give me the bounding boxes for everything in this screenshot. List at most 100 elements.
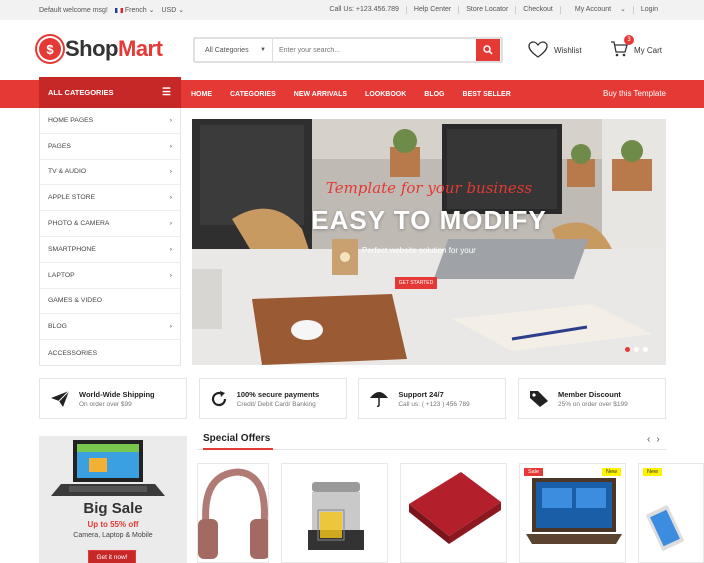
sidebar-item-accessories[interactable]: ACCESSORIES — [40, 340, 180, 366]
product-card[interactable]: New — [638, 463, 704, 563]
slider-dot-active[interactable] — [625, 347, 630, 352]
dollar-gear-icon: $ — [39, 38, 61, 60]
search-bar: All Categories ▼ — [193, 37, 503, 63]
nav-blog[interactable]: BLOG — [424, 91, 456, 98]
product-card[interactable] — [197, 463, 269, 563]
chevron-right-icon: › — [169, 116, 172, 124]
get-started-button[interactable]: GET STARTED — [395, 277, 437, 289]
slider-dots — [625, 347, 648, 352]
chevron-right-icon: › — [169, 194, 172, 202]
feature-title: World-Wide Shipping — [79, 389, 155, 399]
sidebar-item-home-pages[interactable]: HOME PAGES › — [40, 108, 180, 134]
get-it-now-button[interactable]: Get it now! — [88, 550, 136, 563]
juicer-image — [308, 482, 364, 550]
chevron-right-icon: › — [169, 168, 172, 176]
login-link[interactable]: Login — [632, 6, 665, 14]
top-bar: Default welcome msg! French ⌄ USD ⌄ Call… — [0, 0, 704, 20]
heart-icon — [528, 41, 548, 58]
cart-link[interactable]: 3 My Cart — [610, 35, 662, 59]
refresh-icon — [211, 390, 226, 406]
slider-dot[interactable] — [634, 347, 639, 352]
all-categories-label: ALL CATEGORIES — [48, 88, 114, 97]
sidebar-item-tv-audio[interactable]: TV & AUDIO › — [40, 160, 180, 186]
chevron-right-icon: › — [169, 220, 172, 228]
hero-banner: Template for your business EASY TO MODIF… — [192, 119, 666, 365]
feature-subtitle: On order over $99 — [79, 400, 132, 408]
feature-payments: 100% secure payments Credit/ Debit Card/ … — [198, 378, 347, 419]
tag-icon — [529, 390, 548, 407]
sidebar-item-photo-camera[interactable]: PHOTO & CAMERA › — [40, 211, 180, 237]
headphones-image — [198, 468, 268, 559]
call-us-link[interactable]: Call Us: +123.456.789 — [322, 6, 405, 14]
nav-best-seller[interactable]: BEST SELLER — [463, 91, 523, 98]
category-sidebar: HOME PAGES › PAGES › TV & AUDIO › APPLE STO… — [39, 108, 181, 366]
sidebar-item-blog[interactable]: BLOG › — [40, 314, 180, 341]
search-button[interactable] — [476, 39, 500, 61]
product-card[interactable] — [400, 463, 507, 563]
feature-subtitle: Credit/ Debit Card/ Banking — [236, 400, 316, 408]
chevron-right-icon: › — [169, 271, 172, 279]
next-arrow-icon[interactable]: › — [656, 434, 659, 445]
all-categories-toggle[interactable]: ALL CATEGORIES ☰ — [39, 77, 181, 108]
prev-arrow-icon[interactable]: ‹ — [647, 434, 650, 445]
feature-discount: Member Discount 25% on order over $199 — [517, 378, 666, 419]
buy-template-link[interactable]: Buy this Template — [603, 89, 666, 98]
hamburger-icon: ☰ — [162, 87, 171, 98]
laptop-image — [51, 440, 165, 496]
promo-discount: Up to 55% off — [87, 520, 139, 529]
logo-prefix: Shop — [65, 36, 119, 61]
wishlist-link[interactable]: Wishlist — [528, 41, 582, 59]
language-selector[interactable]: French ⌄ — [114, 6, 154, 14]
slider-dot[interactable] — [643, 347, 648, 352]
tablet-image — [646, 505, 684, 551]
help-center-link[interactable]: Help Center — [405, 6, 458, 14]
search-input[interactable] — [273, 39, 476, 61]
new-badge: New — [643, 468, 663, 476]
feature-support: Support 24/7 Call us: ( +123 ) 456 789 — [358, 378, 507, 419]
nav-new-arrivals[interactable]: NEW ARRIVALS — [294, 91, 359, 98]
sidebar-item-pages[interactable]: PAGES › — [40, 134, 180, 160]
nav-home[interactable]: HOME — [191, 91, 224, 98]
product-card[interactable] — [281, 463, 388, 563]
caret-down-icon: ▼ — [260, 47, 266, 53]
sidebar-item-smartphone[interactable]: SMARTPHONE › — [40, 237, 180, 263]
cart-label: My Cart — [634, 45, 662, 55]
search-category-select[interactable]: All Categories ▼ — [195, 39, 273, 61]
big-sale-promo[interactable]: Big Sale Up to 55% off Camera, Laptop & … — [39, 436, 187, 563]
sidebar-item-apple-store[interactable]: APPLE STORE › — [40, 185, 180, 212]
special-offers-title: Special Offers — [203, 433, 271, 444]
logo-suffix: Mart — [118, 36, 163, 61]
store-locator-link[interactable]: Store Locator — [458, 6, 515, 14]
sale-badge: Sale — [524, 468, 544, 476]
banner-title: EASY TO MODIFY — [311, 205, 547, 235]
currency-selector[interactable]: USD ⌄ — [161, 6, 184, 14]
product-card[interactable]: Sale New — [519, 463, 626, 563]
nav-categories[interactable]: CATEGORIES — [230, 91, 288, 98]
new-badge: New — [601, 468, 621, 476]
sidebar-item-games-video[interactable]: GAMES & VIDEO — [40, 289, 180, 315]
chevron-right-icon: › — [169, 323, 172, 331]
header: $ ShopMart All Categories▼ Wishlist 3 My… — [0, 20, 704, 80]
promo-categories: Camera, Laptop & Mobile — [73, 532, 153, 539]
umbrella-icon — [370, 391, 389, 407]
search-icon — [483, 45, 493, 55]
my-account-link[interactable]: My Account ⌄ — [559, 6, 633, 14]
feature-shipping: World-Wide Shipping On order over $99 — [39, 378, 187, 419]
sidebar-item-laptop[interactable]: LAPTOP › — [40, 263, 180, 289]
logo[interactable]: $ ShopMart — [39, 36, 163, 62]
nav-lookbook[interactable]: LOOKBOOK — [365, 91, 418, 98]
main-nav: ALL CATEGORIES ☰ HOME CATEGORIES NEW ARR… — [0, 77, 704, 108]
feature-title: Member Discount — [557, 389, 621, 399]
paper-plane-icon — [51, 390, 70, 407]
wishlist-label: Wishlist — [554, 45, 582, 55]
welcome-message: Default welcome msg! — [39, 6, 108, 14]
feature-subtitle: Call us: ( +123 ) 456 789 — [398, 400, 470, 408]
feature-title: 100% secure payments — [236, 389, 320, 399]
france-flag-icon — [114, 7, 123, 13]
banner-script-text: Template for your business — [325, 179, 533, 197]
cart-count-badge: 3 — [624, 35, 634, 45]
checkout-link[interactable]: Checkout — [515, 6, 560, 14]
chevron-right-icon: › — [169, 142, 172, 150]
red-laptop-image — [409, 472, 501, 544]
desk-workspace-image — [192, 119, 666, 365]
